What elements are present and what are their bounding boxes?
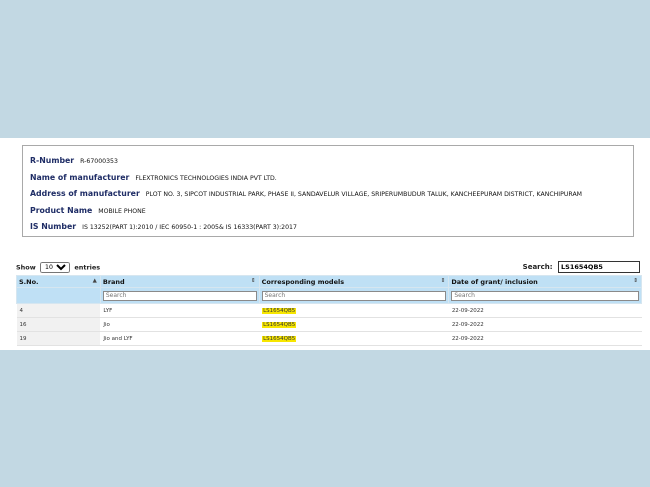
- cell-brand: LYF: [100, 303, 260, 318]
- filter-cell-brand: [99, 287, 260, 304]
- sort-both-icon: ⇕: [440, 278, 446, 284]
- cell-date: 22-09-2022: [448, 317, 642, 332]
- show-label: Show: [16, 263, 36, 272]
- filter-cell-date: [448, 287, 642, 304]
- r-number-row: R-Number R-67000353: [30, 156, 118, 165]
- column-header-sno[interactable]: S.No. ▲: [16, 275, 101, 288]
- cell-brand: Jio: [100, 317, 260, 332]
- product-row: Product Name MOBILE PHONE: [30, 206, 146, 215]
- is-number-value: IS 13252(PART 1):2010 / IEC 60950-1 : 20…: [82, 224, 297, 231]
- table-row: 4 LYF LS1654QB5 22-09-2022: [16, 303, 642, 318]
- search-highlight: LS1654QB5: [262, 335, 297, 342]
- sort-asc-icon: ▲: [92, 278, 97, 284]
- filter-cell-models: [258, 287, 450, 304]
- table-row: 16 Jio LS1654QB5 22-09-2022: [16, 317, 642, 332]
- search-highlight: LS1654QB5: [262, 307, 297, 314]
- column-header-brand[interactable]: Brand ⇕: [99, 275, 260, 288]
- cell-brand: Jio and LYF: [100, 331, 260, 346]
- entries-label: entries: [74, 263, 101, 272]
- address-label: Address of manufacturer: [30, 189, 140, 198]
- r-number-label: R-Number: [30, 156, 75, 165]
- is-number-label: IS Number: [30, 222, 77, 231]
- cell-date: 22-09-2022: [448, 331, 642, 346]
- results-table: S.No. ▲ Brand ⇕ Corresponding models ⇕ D…: [16, 275, 642, 346]
- search-input[interactable]: [558, 261, 640, 273]
- cell-sno: 16: [16, 317, 101, 332]
- entries-control: Show 10 entries: [16, 262, 100, 273]
- address-row: Address of manufacturer PLOT NO. 3, SIPC…: [30, 189, 582, 198]
- cell-model: LS1654QB5: [259, 317, 449, 332]
- filter-row: [16, 287, 642, 304]
- cell-date: 22-09-2022: [448, 303, 642, 318]
- r-number-value: R-67000353: [80, 158, 118, 165]
- cell-model: LS1654QB5: [259, 303, 449, 318]
- models-filter-input[interactable]: [261, 290, 447, 301]
- search-control: Search:: [523, 261, 640, 273]
- sort-both-icon: ⇕: [250, 278, 256, 284]
- manufacturer-value: FLEXTRONICS TECHNOLOGIES INDIA PVT LTD.: [135, 175, 277, 182]
- cell-model: LS1654QB5: [259, 331, 449, 346]
- manufacturer-row: Name of manufacturer FLEXTRONICS TECHNOL…: [30, 173, 277, 182]
- cell-sno: 19: [16, 331, 101, 346]
- search-highlight: LS1654QB5: [262, 321, 297, 328]
- header-row: S.No. ▲ Brand ⇕ Corresponding models ⇕ D…: [16, 275, 642, 288]
- cell-sno: 4: [16, 303, 101, 318]
- is-number-row: IS Number IS 13252(PART 1):2010 / IEC 60…: [30, 222, 297, 231]
- brand-filter-input[interactable]: [102, 290, 257, 301]
- content-panel: R-Number R-67000353 Name of manufacturer…: [0, 138, 650, 350]
- column-header-models[interactable]: Corresponding models ⇕: [258, 275, 450, 288]
- date-filter-input[interactable]: [451, 290, 639, 301]
- product-label: Product Name: [30, 206, 93, 215]
- column-header-date[interactable]: Date of grant/ inclusion ⇕: [448, 275, 642, 288]
- entries-select[interactable]: 10: [40, 262, 71, 273]
- table-row: 19 Jio and LYF LS1654QB5 22-09-2022: [16, 331, 642, 346]
- filter-cell-sno: [16, 287, 101, 304]
- search-label: Search:: [522, 263, 553, 271]
- product-info-box: R-Number R-67000353 Name of manufacturer…: [22, 145, 634, 237]
- sort-both-icon: ⇕: [633, 278, 638, 284]
- manufacturer-label: Name of manufacturer: [30, 173, 130, 182]
- address-value: PLOT NO. 3, SIPCOT INDUSTRIAL PARK, PHAS…: [145, 191, 583, 198]
- product-value: MOBILE PHONE: [98, 208, 146, 215]
